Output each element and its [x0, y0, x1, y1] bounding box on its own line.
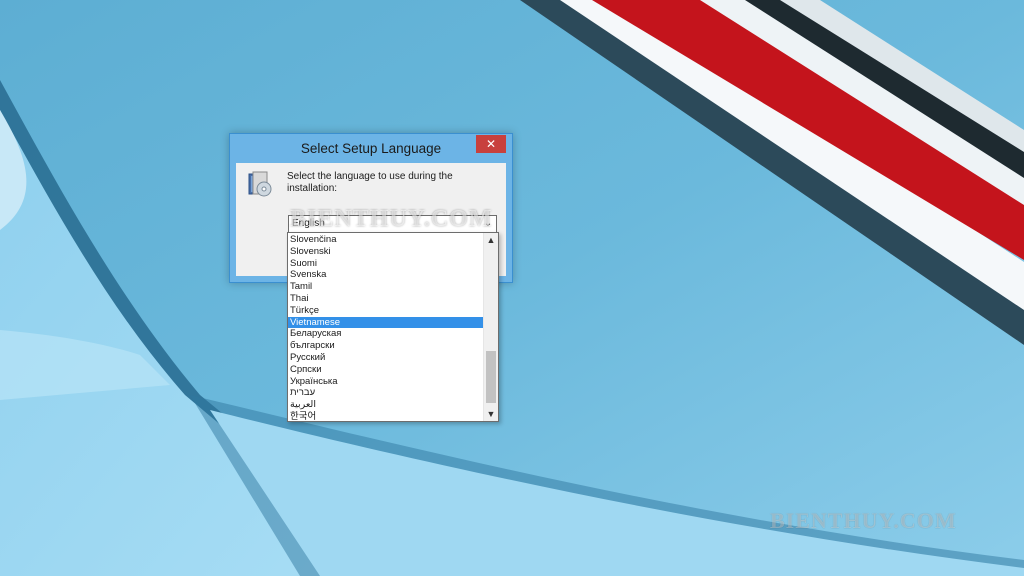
- language-option[interactable]: Thai: [288, 293, 484, 305]
- language-option[interactable]: Slovenčina: [288, 234, 484, 246]
- chevron-up-icon[interactable]: ▲: [484, 233, 498, 247]
- language-combobox[interactable]: English ⌄: [288, 215, 497, 233]
- language-option[interactable]: Русский: [288, 352, 484, 364]
- language-option[interactable]: 한국어: [288, 411, 484, 421]
- setup-icon: [248, 171, 272, 197]
- desktop-wallpaper: [0, 0, 1024, 576]
- title-bar[interactable]: Select Setup Language ✕: [230, 134, 512, 162]
- dialog-title: Select Setup Language: [300, 141, 442, 156]
- language-dropdown-list[interactable]: Slovenčina Slovenski Suomi Svenska Tamil Thai…: [287, 232, 499, 422]
- language-option[interactable]: български: [288, 340, 484, 352]
- language-option[interactable]: Vietnamese: [288, 316, 484, 329]
- language-option[interactable]: Svenska: [288, 269, 484, 281]
- language-option[interactable]: Türkçe: [288, 305, 484, 317]
- language-option[interactable]: עברית: [288, 387, 484, 399]
- combobox-value: English: [292, 218, 325, 229]
- language-option[interactable]: Slovenski: [288, 246, 484, 258]
- language-list: Slovenčina Slovenski Suomi Svenska Tamil Thai…: [288, 234, 484, 421]
- chevron-down-icon[interactable]: ⌄: [480, 216, 496, 232]
- list-scrollbar[interactable]: ▲ ▼: [483, 233, 498, 421]
- language-option[interactable]: Беларуская: [288, 328, 484, 340]
- language-option[interactable]: Українська: [288, 376, 484, 388]
- language-option[interactable]: العربية: [288, 399, 484, 411]
- chevron-down-icon[interactable]: ▼: [484, 407, 498, 421]
- language-option[interactable]: Tamil: [288, 281, 484, 293]
- language-option[interactable]: Српски: [288, 364, 484, 376]
- scroll-thumb[interactable]: [486, 351, 496, 403]
- close-icon: ✕: [485, 137, 497, 151]
- language-option[interactable]: Suomi: [288, 258, 484, 270]
- instruction-text: Select the language to use during the in…: [287, 171, 453, 194]
- close-button[interactable]: ✕: [476, 135, 506, 153]
